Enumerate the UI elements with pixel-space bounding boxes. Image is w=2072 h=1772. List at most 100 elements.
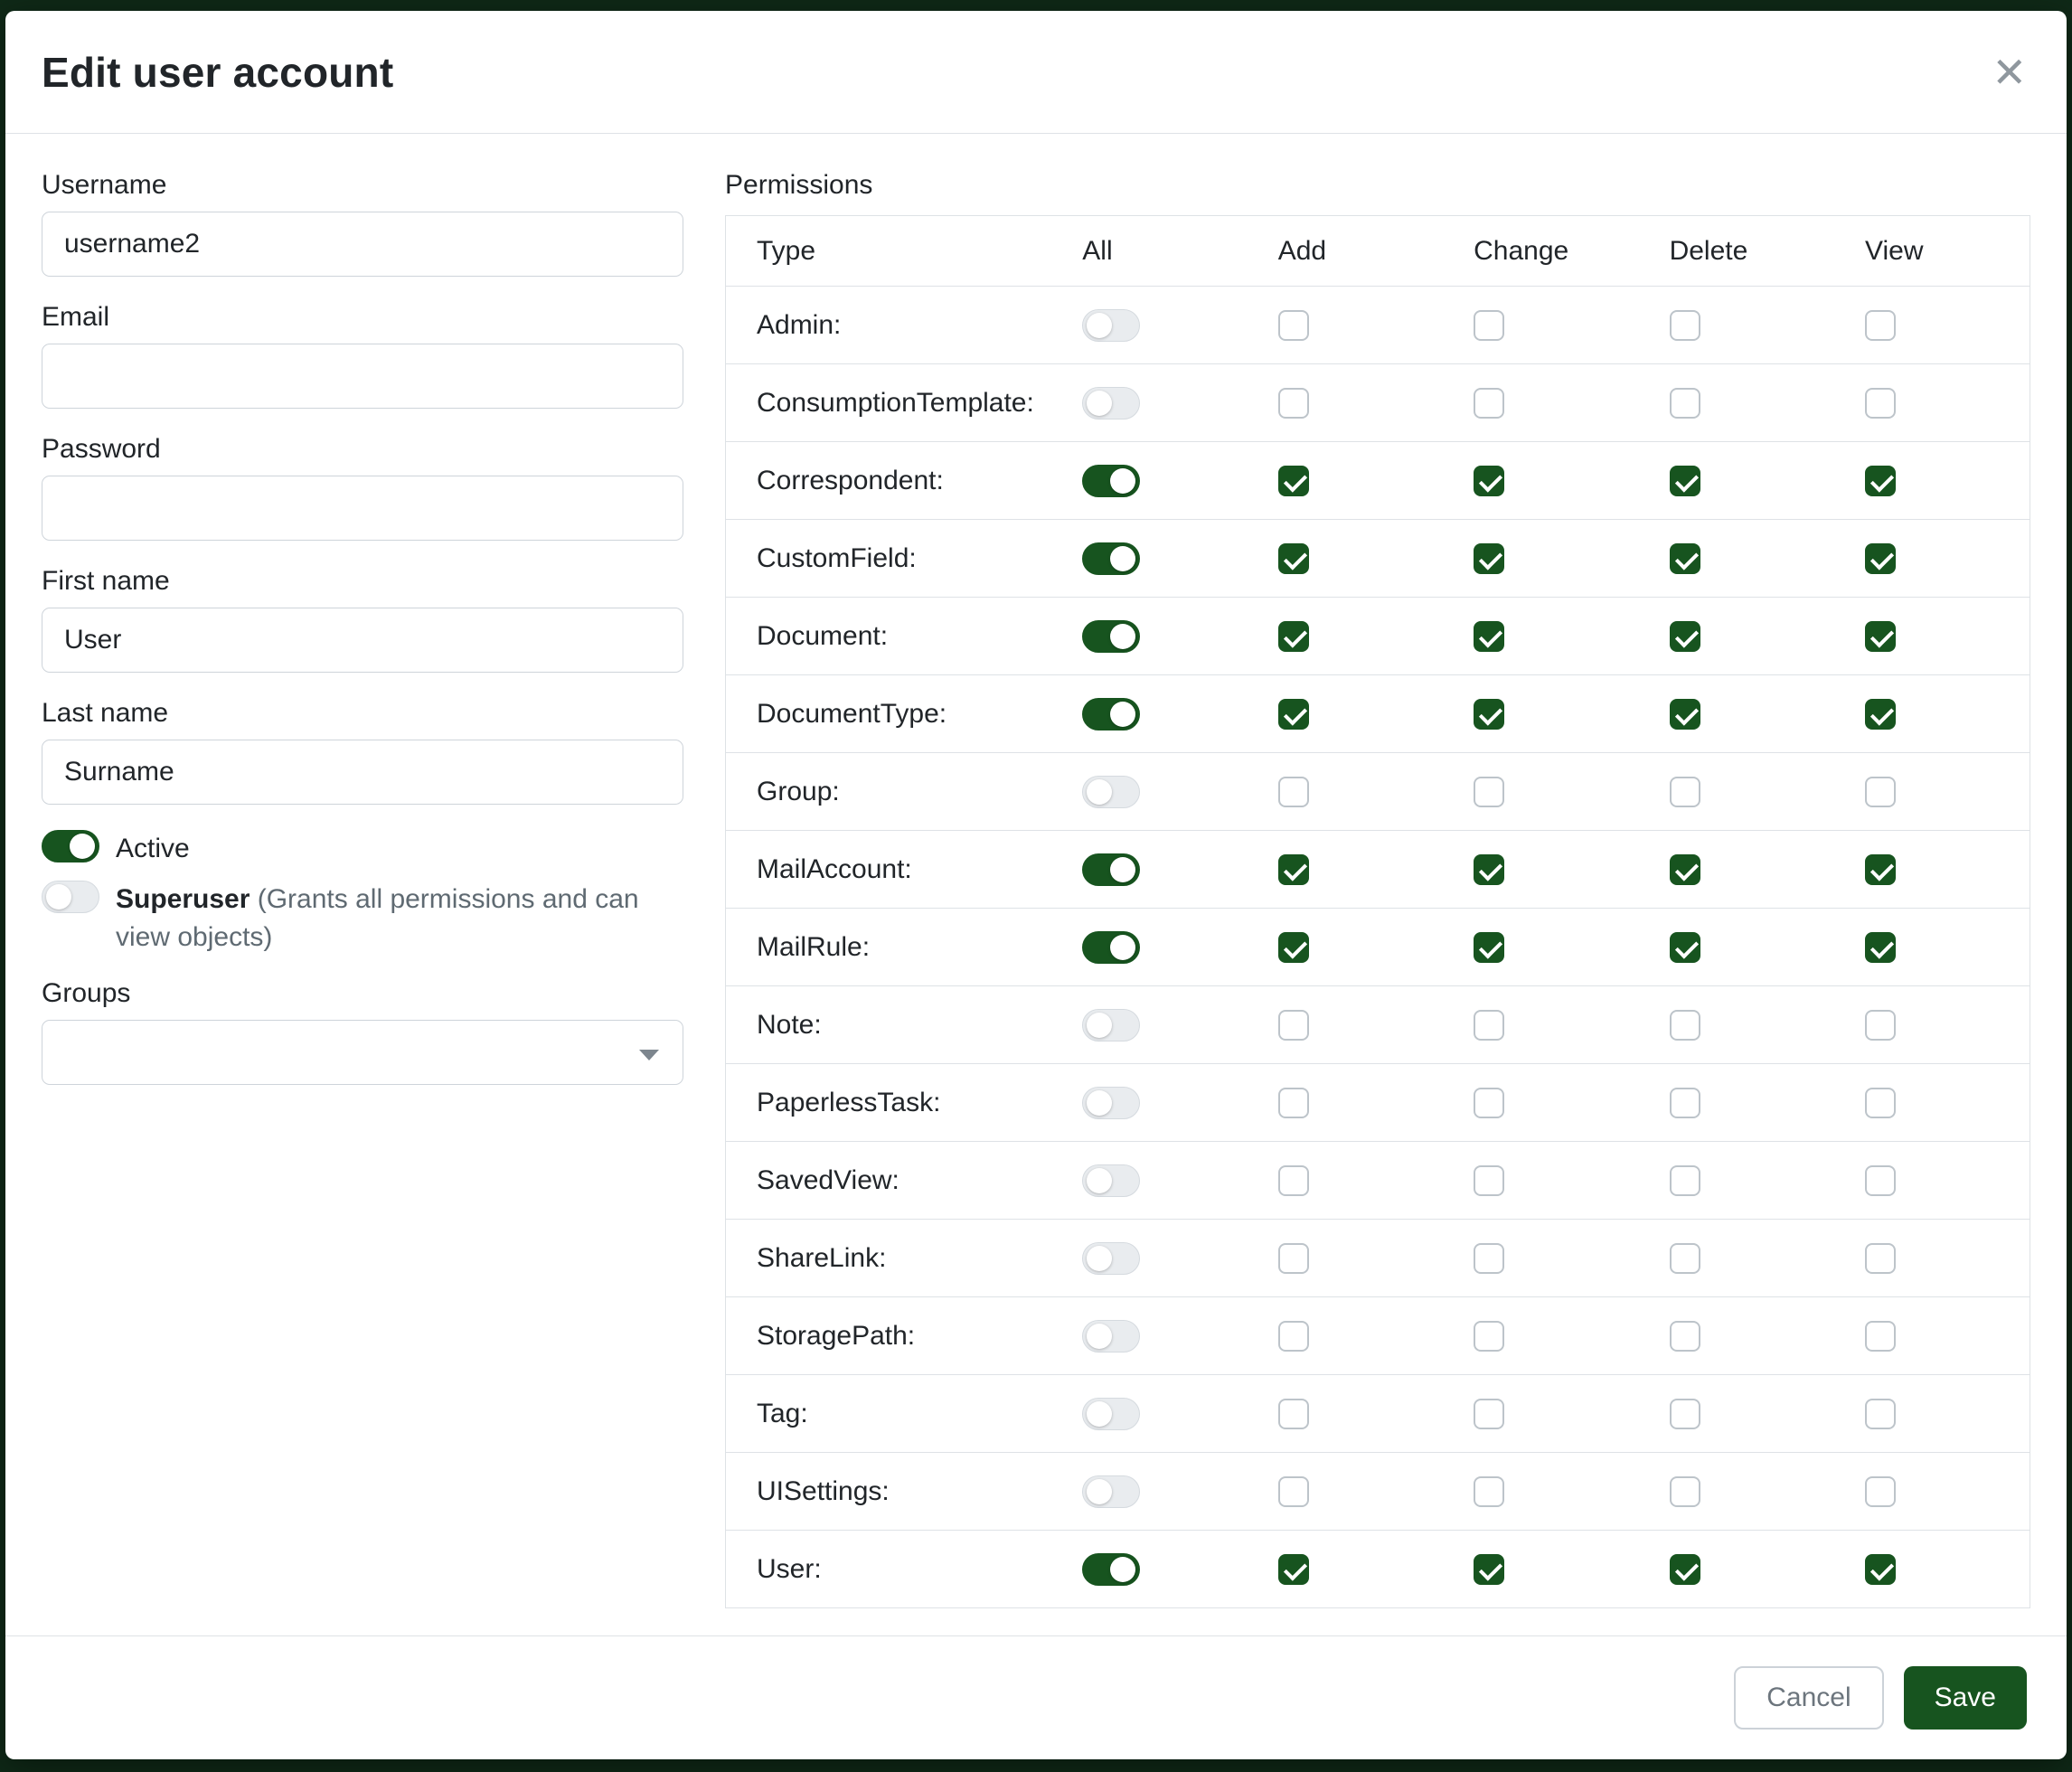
permission-view-checkbox[interactable] bbox=[1865, 932, 1896, 963]
permission-view-checkbox[interactable] bbox=[1865, 699, 1896, 730]
cancel-button[interactable]: Cancel bbox=[1734, 1666, 1883, 1730]
permission-all-toggle[interactable] bbox=[1082, 1009, 1140, 1042]
permission-change-checkbox[interactable] bbox=[1474, 310, 1504, 341]
permission-all-toggle[interactable] bbox=[1082, 853, 1140, 886]
permission-add-checkbox[interactable] bbox=[1278, 466, 1309, 496]
permission-change-checkbox[interactable] bbox=[1474, 699, 1504, 730]
permission-add-checkbox[interactable] bbox=[1278, 1010, 1309, 1041]
groups-select[interactable] bbox=[42, 1020, 683, 1085]
permission-delete-checkbox[interactable] bbox=[1670, 699, 1700, 730]
permission-delete-checkbox[interactable] bbox=[1670, 1088, 1700, 1118]
permission-add-checkbox[interactable] bbox=[1278, 932, 1309, 963]
permission-delete-checkbox[interactable] bbox=[1670, 1554, 1700, 1585]
permission-add-checkbox[interactable] bbox=[1278, 543, 1309, 574]
permission-all-toggle[interactable] bbox=[1082, 1087, 1140, 1119]
permission-change-checkbox[interactable] bbox=[1474, 1010, 1504, 1041]
permission-delete-checkbox[interactable] bbox=[1670, 310, 1700, 341]
permission-all-toggle[interactable] bbox=[1082, 1553, 1140, 1586]
permission-all-toggle[interactable] bbox=[1082, 698, 1140, 730]
permission-add-checkbox[interactable] bbox=[1278, 1243, 1309, 1274]
permission-all-toggle[interactable] bbox=[1082, 1398, 1140, 1430]
permission-add-checkbox[interactable] bbox=[1278, 1554, 1309, 1585]
username-label: Username bbox=[42, 170, 683, 201]
permission-add-checkbox[interactable] bbox=[1278, 310, 1309, 341]
permission-view-checkbox[interactable] bbox=[1865, 1554, 1896, 1585]
permission-change-checkbox[interactable] bbox=[1474, 854, 1504, 885]
permission-all-toggle[interactable] bbox=[1082, 387, 1140, 419]
permission-view-checkbox[interactable] bbox=[1865, 310, 1896, 341]
permission-add-checkbox[interactable] bbox=[1278, 621, 1309, 652]
permission-delete-checkbox[interactable] bbox=[1670, 1399, 1700, 1429]
modal-title: Edit user account bbox=[42, 48, 393, 97]
permission-all-toggle[interactable] bbox=[1082, 620, 1140, 653]
permission-change-checkbox[interactable] bbox=[1474, 1243, 1504, 1274]
permission-all-toggle[interactable] bbox=[1082, 309, 1140, 342]
permission-change-checkbox[interactable] bbox=[1474, 1165, 1504, 1196]
permission-change-checkbox[interactable] bbox=[1474, 466, 1504, 496]
save-button[interactable]: Save bbox=[1904, 1666, 2027, 1730]
permission-delete-checkbox[interactable] bbox=[1670, 1321, 1700, 1352]
permission-view-checkbox[interactable] bbox=[1865, 1165, 1896, 1196]
permission-delete-checkbox[interactable] bbox=[1670, 388, 1700, 419]
permission-add-checkbox[interactable] bbox=[1278, 1476, 1309, 1507]
permission-all-toggle[interactable] bbox=[1082, 776, 1140, 808]
permission-change-checkbox[interactable] bbox=[1474, 621, 1504, 652]
permission-add-checkbox[interactable] bbox=[1278, 1088, 1309, 1118]
permission-type-label: PaperlessTask: bbox=[726, 1064, 1052, 1142]
permission-view-checkbox[interactable] bbox=[1865, 543, 1896, 574]
permission-change-checkbox[interactable] bbox=[1474, 1399, 1504, 1429]
permission-all-toggle[interactable] bbox=[1082, 542, 1140, 575]
permission-view-checkbox[interactable] bbox=[1865, 388, 1896, 419]
permission-add-checkbox[interactable] bbox=[1278, 699, 1309, 730]
permission-view-checkbox[interactable] bbox=[1865, 1243, 1896, 1274]
permission-row: Group: bbox=[726, 753, 2030, 831]
permission-all-toggle[interactable] bbox=[1082, 465, 1140, 497]
password-input[interactable] bbox=[42, 476, 683, 541]
permission-delete-checkbox[interactable] bbox=[1670, 543, 1700, 574]
permission-delete-checkbox[interactable] bbox=[1670, 1243, 1700, 1274]
permission-all-toggle[interactable] bbox=[1082, 931, 1140, 964]
permission-view-checkbox[interactable] bbox=[1865, 854, 1896, 885]
permission-delete-checkbox[interactable] bbox=[1670, 621, 1700, 652]
permission-all-toggle[interactable] bbox=[1082, 1475, 1140, 1508]
permission-delete-checkbox[interactable] bbox=[1670, 466, 1700, 496]
permission-change-checkbox[interactable] bbox=[1474, 543, 1504, 574]
permission-change-checkbox[interactable] bbox=[1474, 1554, 1504, 1585]
permission-change-checkbox[interactable] bbox=[1474, 388, 1504, 419]
permission-view-checkbox[interactable] bbox=[1865, 1399, 1896, 1429]
permission-change-checkbox[interactable] bbox=[1474, 932, 1504, 963]
permission-change-checkbox[interactable] bbox=[1474, 1321, 1504, 1352]
last-name-input[interactable] bbox=[42, 740, 683, 805]
superuser-toggle[interactable] bbox=[42, 881, 99, 913]
permission-all-toggle[interactable] bbox=[1082, 1164, 1140, 1197]
permission-change-checkbox[interactable] bbox=[1474, 777, 1504, 807]
permission-view-checkbox[interactable] bbox=[1865, 466, 1896, 496]
permission-change-checkbox[interactable] bbox=[1474, 1476, 1504, 1507]
permission-add-checkbox[interactable] bbox=[1278, 1321, 1309, 1352]
permission-all-toggle[interactable] bbox=[1082, 1320, 1140, 1353]
permission-add-checkbox[interactable] bbox=[1278, 1165, 1309, 1196]
permission-delete-checkbox[interactable] bbox=[1670, 932, 1700, 963]
permission-delete-checkbox[interactable] bbox=[1670, 777, 1700, 807]
permission-view-checkbox[interactable] bbox=[1865, 777, 1896, 807]
permission-change-checkbox[interactable] bbox=[1474, 1088, 1504, 1118]
permission-view-checkbox[interactable] bbox=[1865, 1476, 1896, 1507]
close-icon[interactable]: ✕ bbox=[1992, 52, 2027, 93]
permission-delete-checkbox[interactable] bbox=[1670, 854, 1700, 885]
permission-all-toggle[interactable] bbox=[1082, 1242, 1140, 1275]
permission-add-checkbox[interactable] bbox=[1278, 388, 1309, 419]
permission-view-checkbox[interactable] bbox=[1865, 1321, 1896, 1352]
email-input[interactable] bbox=[42, 344, 683, 409]
permission-add-checkbox[interactable] bbox=[1278, 777, 1309, 807]
active-toggle[interactable] bbox=[42, 830, 99, 862]
permission-add-checkbox[interactable] bbox=[1278, 1399, 1309, 1429]
permission-view-checkbox[interactable] bbox=[1865, 621, 1896, 652]
first-name-input[interactable] bbox=[42, 608, 683, 673]
permission-add-checkbox[interactable] bbox=[1278, 854, 1309, 885]
permission-delete-checkbox[interactable] bbox=[1670, 1476, 1700, 1507]
permission-delete-checkbox[interactable] bbox=[1670, 1165, 1700, 1196]
permission-delete-checkbox[interactable] bbox=[1670, 1010, 1700, 1041]
permission-view-checkbox[interactable] bbox=[1865, 1010, 1896, 1041]
username-input[interactable] bbox=[42, 212, 683, 277]
permission-view-checkbox[interactable] bbox=[1865, 1088, 1896, 1118]
